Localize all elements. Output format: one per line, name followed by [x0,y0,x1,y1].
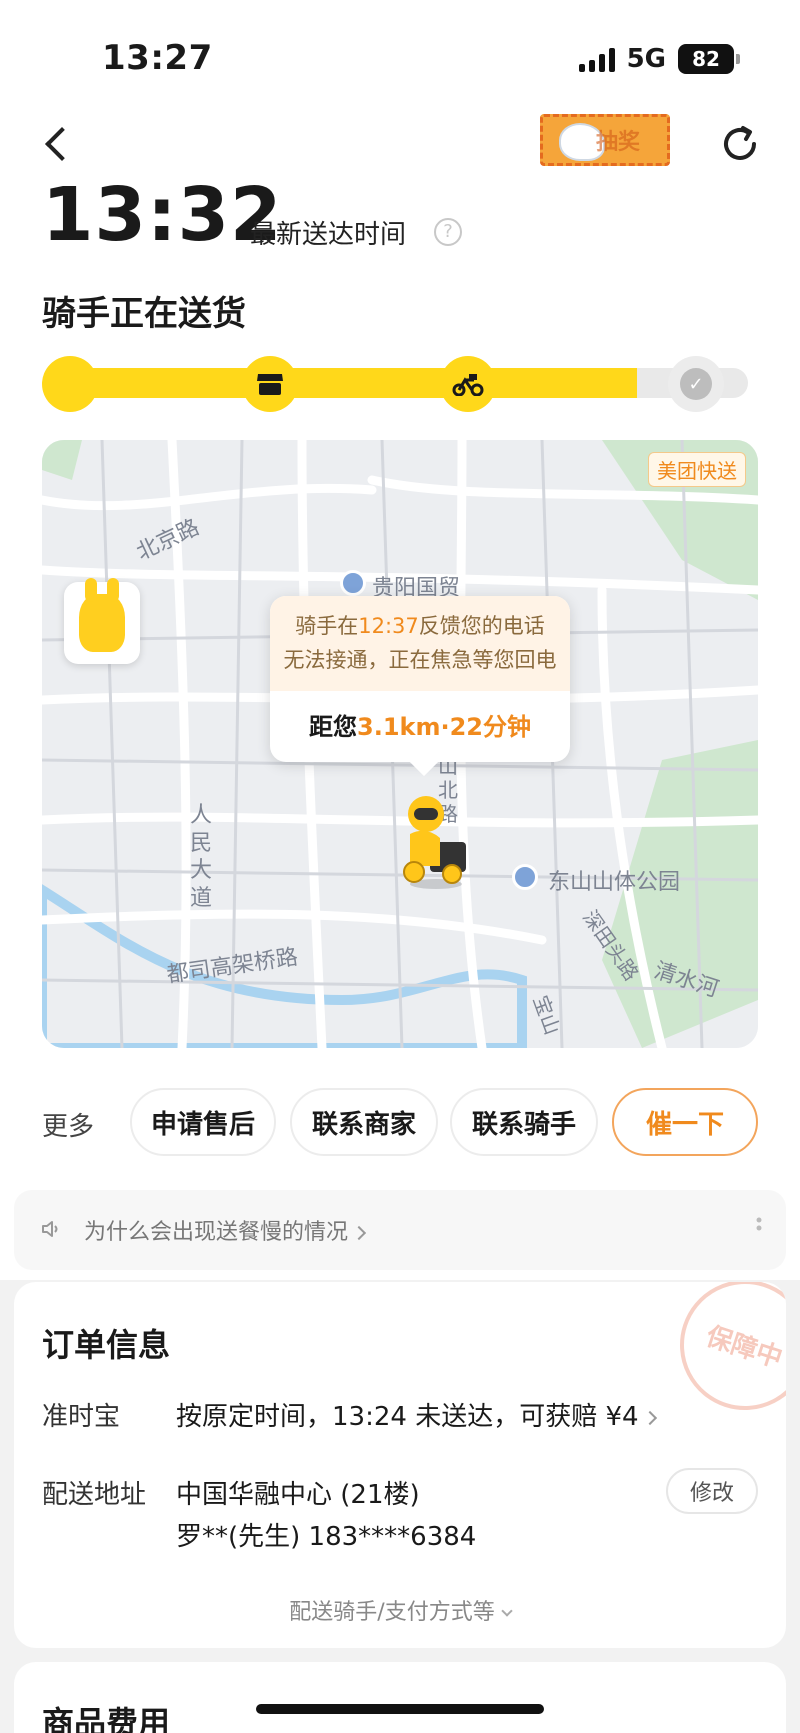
signal-icon [578,46,615,72]
check-icon: ✓ [680,368,712,400]
expand-text: 配送骑手/支付方式等 [289,1600,495,1625]
battery-level: 82 [692,47,720,71]
chevron-down-icon [501,1605,513,1617]
contact-rider-button[interactable]: 联系骑手 [450,1088,598,1156]
ontime-text: 按原定时间，13:24 未送达，可获赔 ¥4 [176,1402,639,1432]
more-dots-icon[interactable] [756,1216,762,1240]
speaker-icon [42,1221,58,1237]
guarantee-stamp: 保障中 [663,1282,786,1427]
step-merchant [242,356,298,412]
notice-time: 12:37 [358,614,419,638]
status-time: 13:27 [102,38,213,78]
step-paid: ¥ [42,356,98,412]
distance-value: 3.1km·22分钟 [357,713,531,742]
refresh-icon[interactable] [718,122,762,166]
address-line1: 中国华融中心 (21楼) [176,1480,420,1510]
edit-address-button[interactable]: 修改 [666,1468,758,1514]
more-label[interactable]: 更多 [42,1106,94,1143]
address-label: 配送地址 [42,1480,147,1510]
urge-button[interactable]: 催一下 [612,1088,758,1156]
order-status-title: 骑手正在送货 [42,294,246,334]
ontime-label: 准时宝 [42,1402,121,1432]
network-type: 5G [626,44,666,74]
expand-details[interactable]: 配送骑手/支付方式等 [14,1594,786,1626]
rider-notice: 骑手在12:37反馈您的电话 无法接通，正在焦急等您回电 [270,596,570,692]
map-label-renmin-ave: 人民大道 [190,803,213,911]
kangaroo-mascot-icon [79,578,125,652]
notice-line2: 无法接通，正在焦急等您回电 [283,647,557,672]
delivery-progress: ¥ ✓ [42,356,758,412]
chevron-right-icon [351,1225,367,1241]
progress-fill [52,368,637,398]
park-icon [512,864,538,890]
step-delivered: ✓ [668,356,724,412]
address-line2: 罗**(先生) 183****6384 [176,1522,477,1552]
rider-info-bubble[interactable]: 骑手在12:37反馈您的电话 无法接通，正在焦急等您回电 距您3.1km·22分… [270,596,570,777]
destination-marker[interactable] [64,578,140,664]
back-button[interactable] [38,118,78,168]
chevron-right-icon [642,1410,657,1425]
lottery-badge[interactable]: 抽奖 [540,114,670,166]
home-indicator[interactable] [256,1704,544,1714]
order-info-title: 订单信息 [42,1326,171,1364]
delivery-map[interactable]: 美团快送 北京路 贵阳国贸 人民大道 都司高架桥路 东山山体公园 清水河 山北路… [42,440,758,1048]
status-bar: 13:27 5G 82 [0,0,800,110]
delay-tip-text: 为什么会出现送餐慢的情况 [84,1214,367,1246]
order-info-card: 订单信息 保障中 准时宝 按原定时间，13:24 未送达，可获赔 ¥4 配送地址… [14,1282,786,1648]
eta-time: 13:32 [42,172,283,258]
store-icon [254,368,286,400]
help-icon[interactable]: ? [434,218,462,246]
lottery-label: 抽奖 [595,130,640,155]
fee-title: 商品费用 [42,1704,171,1733]
status-indicators: 5G 82 [578,44,740,74]
poi-dot-icon [340,570,366,596]
distance-prefix: 距您 [309,713,357,742]
map-label-dongshan-park: 东山山体公园 [548,870,681,895]
battery-icon: 82 [678,44,740,74]
delay-tip-bar[interactable]: 为什么会出现送餐慢的情况 [14,1190,786,1270]
ontime-value[interactable]: 按原定时间，13:24 未送达，可获赔 ¥4 [176,1396,657,1433]
eta-label: 最新送达时间 [250,220,407,250]
action-buttons: 更多 申请售后 联系商家 联系骑手 催一下 [0,1084,800,1156]
rider-step-icon [452,368,484,400]
after-sale-button[interactable]: 申请售后 [130,1088,276,1156]
fee-card: 商品费用 [14,1662,786,1733]
rider-location-icon [403,796,466,889]
yen-icon: ¥ [63,373,77,395]
notice-prefix: 骑手在 [295,614,359,638]
step-delivering [440,356,496,412]
tip-text: 为什么会出现送餐慢的情况 [84,1220,349,1245]
contact-merchant-button[interactable]: 联系商家 [290,1088,438,1156]
map-brand-label: 美团快送 [648,452,746,487]
notice-mid: 反馈您的电话 [418,614,545,638]
